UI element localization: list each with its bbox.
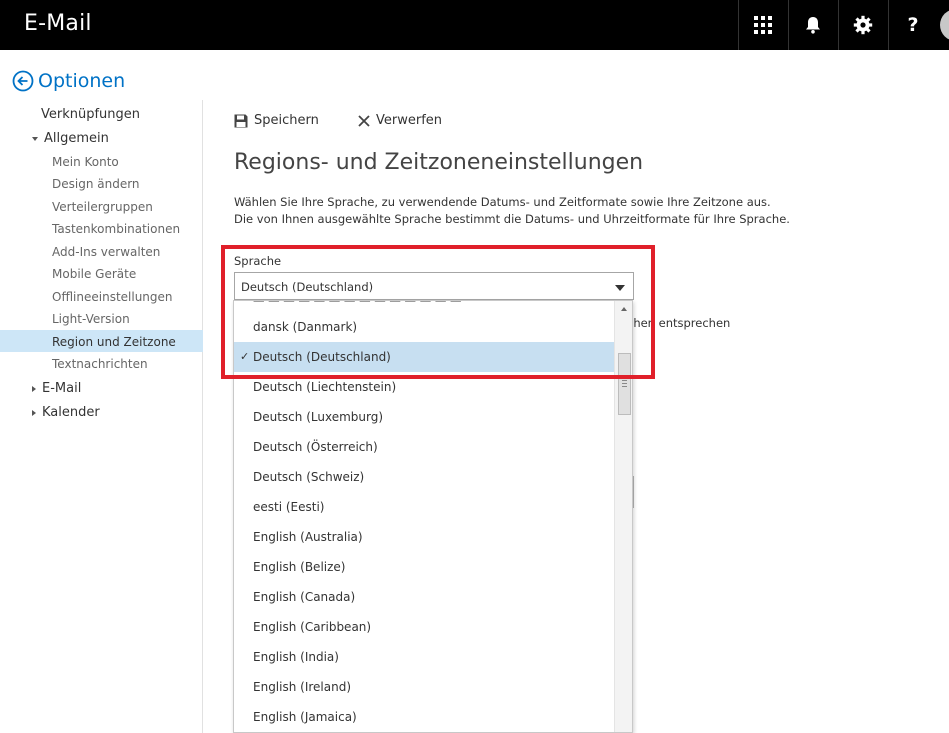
page-description-line-1: Wählen Sie Ihre Sprache, zu verwendende … bbox=[234, 195, 771, 209]
nav-mail-label: E-Mail bbox=[42, 381, 82, 396]
language-option-label: Deutsch (Schweiz) bbox=[253, 470, 365, 484]
language-option[interactable]: English (India) bbox=[234, 642, 614, 672]
apps-icon bbox=[754, 16, 772, 34]
language-label: Sprache bbox=[234, 254, 282, 268]
grip-line bbox=[622, 380, 627, 381]
language-option-label: English (Caribbean) bbox=[253, 620, 372, 634]
nav-item-my-account[interactable]: Mein Konto bbox=[52, 155, 119, 169]
save-icon bbox=[234, 114, 248, 127]
language-option-label: English (Canada) bbox=[253, 590, 356, 604]
chevron-down-icon bbox=[615, 285, 625, 291]
language-option-label: English (Ireland) bbox=[253, 680, 352, 694]
checkmark-icon: ✓ bbox=[240, 350, 250, 363]
scrollbar-thumb[interactable] bbox=[618, 353, 631, 415]
nav-item-mobile-devices[interactable]: Mobile Geräte bbox=[52, 267, 136, 281]
collapse-icon bbox=[32, 136, 38, 141]
discard-button[interactable]: Verwerfen bbox=[358, 113, 442, 128]
language-option-label: English (Jamaica) bbox=[253, 710, 357, 724]
settings-button[interactable] bbox=[838, 0, 887, 50]
language-option-label: Deutsch (Österreich) bbox=[253, 440, 378, 454]
nav-item-change-theme[interactable]: Design ändern bbox=[52, 177, 140, 191]
language-option[interactable]: Deutsch (Liechtenstein) bbox=[234, 372, 614, 402]
language-option-label: English (India) bbox=[253, 650, 339, 664]
save-label: Speichern bbox=[254, 113, 319, 128]
language-option-label: Deutsch (Deutschland) bbox=[253, 350, 391, 364]
expand-icon bbox=[32, 385, 36, 392]
language-dropdown-list[interactable]: — — — — — — — — — — — — — — dansk (Danma… bbox=[233, 300, 633, 733]
app-launcher-button[interactable] bbox=[738, 0, 787, 50]
help-icon: ? bbox=[907, 14, 919, 36]
language-select-value: Deutsch (Deutschland) bbox=[241, 280, 374, 294]
help-button[interactable]: ? bbox=[888, 0, 937, 50]
nav-calendar-label: Kalender bbox=[42, 405, 100, 420]
save-button[interactable]: Speichern bbox=[234, 113, 319, 128]
language-option[interactable]: English (Jamaica) bbox=[234, 702, 614, 732]
nav-item-distribution-groups[interactable]: Verteilergruppen bbox=[52, 200, 153, 214]
language-option[interactable]: English (Canada) bbox=[234, 582, 614, 612]
grip-line bbox=[622, 383, 627, 384]
nav-item-region-timezone[interactable]: Region und Zeitzone bbox=[52, 335, 176, 349]
bell-icon bbox=[806, 17, 820, 34]
nav-item-manage-addins[interactable]: Add-Ins verwalten bbox=[52, 245, 160, 259]
close-icon bbox=[358, 114, 370, 127]
divider bbox=[633, 476, 634, 508]
expand-icon bbox=[32, 409, 36, 416]
language-option[interactable]: Deutsch (Schweiz) bbox=[234, 462, 614, 492]
nav-item-keyboard-shortcuts[interactable]: Tastenkombinationen bbox=[52, 222, 180, 236]
top-bar: E-Mail ? bbox=[0, 0, 949, 50]
language-option[interactable]: English (Australia) bbox=[234, 522, 614, 552]
date-format-hint-text: chen entsprechen bbox=[627, 316, 731, 330]
dropdown-scrollbar[interactable] bbox=[614, 301, 632, 732]
nav-calendar[interactable]: Kalender bbox=[32, 405, 100, 420]
discard-label: Verwerfen bbox=[376, 113, 443, 128]
page-title: Regions- und Zeitzoneneinstellungen bbox=[234, 150, 644, 175]
nav-mail[interactable]: E-Mail bbox=[32, 381, 81, 396]
nav-item-text-messages[interactable]: Textnachrichten bbox=[52, 357, 148, 371]
language-select[interactable]: Deutsch (Deutschland) bbox=[234, 272, 634, 300]
language-option[interactable]: Deutsch (Österreich) bbox=[234, 432, 614, 462]
notifications-button[interactable] bbox=[788, 0, 837, 50]
language-option-selected[interactable]: ✓ Deutsch (Deutschland) bbox=[234, 342, 614, 372]
back-arrow-icon[interactable] bbox=[12, 70, 34, 92]
language-option-label: English (Belize) bbox=[253, 560, 346, 574]
language-option[interactable]: English (Caribbean) bbox=[234, 612, 614, 642]
language-option-label: Deutsch (Luxemburg) bbox=[253, 410, 384, 424]
grip-line bbox=[622, 386, 627, 387]
nav-item-offline-settings[interactable]: Offlineeinstellungen bbox=[52, 290, 173, 304]
app-title: E-Mail bbox=[24, 11, 92, 36]
options-nav: Verknüpfungen Allgemein Mein Konto Desig… bbox=[0, 100, 203, 733]
nav-general[interactable]: Allgemein bbox=[32, 131, 109, 146]
language-option-label: dansk (Danmark) bbox=[253, 320, 358, 334]
language-option[interactable]: dansk (Danmark) bbox=[234, 312, 614, 342]
language-option[interactable]: Deutsch (Luxemburg) bbox=[234, 402, 614, 432]
language-option-label: English (Australia) bbox=[253, 530, 363, 544]
clipped-option-above: — — — — — — — — — — — — — — bbox=[253, 300, 462, 308]
language-option[interactable]: English (Belize) bbox=[234, 552, 614, 582]
language-option-label: Deutsch (Liechtenstein) bbox=[253, 380, 397, 394]
avatar[interactable] bbox=[940, 9, 949, 41]
gear-icon bbox=[853, 15, 873, 35]
page-description-line-2: Die von Ihnen ausgewählte Sprache bestim… bbox=[234, 212, 790, 226]
options-title[interactable]: Optionen bbox=[38, 70, 125, 92]
nav-item-light-version[interactable]: Light-Version bbox=[52, 312, 130, 326]
language-option-label: eesti (Eesti) bbox=[253, 500, 325, 514]
nav-general-label: Allgemein bbox=[44, 131, 109, 146]
language-option[interactable]: English (Ireland) bbox=[234, 672, 614, 702]
scroll-up-arrow-icon[interactable] bbox=[621, 307, 627, 311]
language-option[interactable]: eesti (Eesti) bbox=[234, 492, 614, 522]
nav-links[interactable]: Verknüpfungen bbox=[41, 107, 140, 122]
options-header[interactable]: Optionen bbox=[12, 70, 125, 92]
